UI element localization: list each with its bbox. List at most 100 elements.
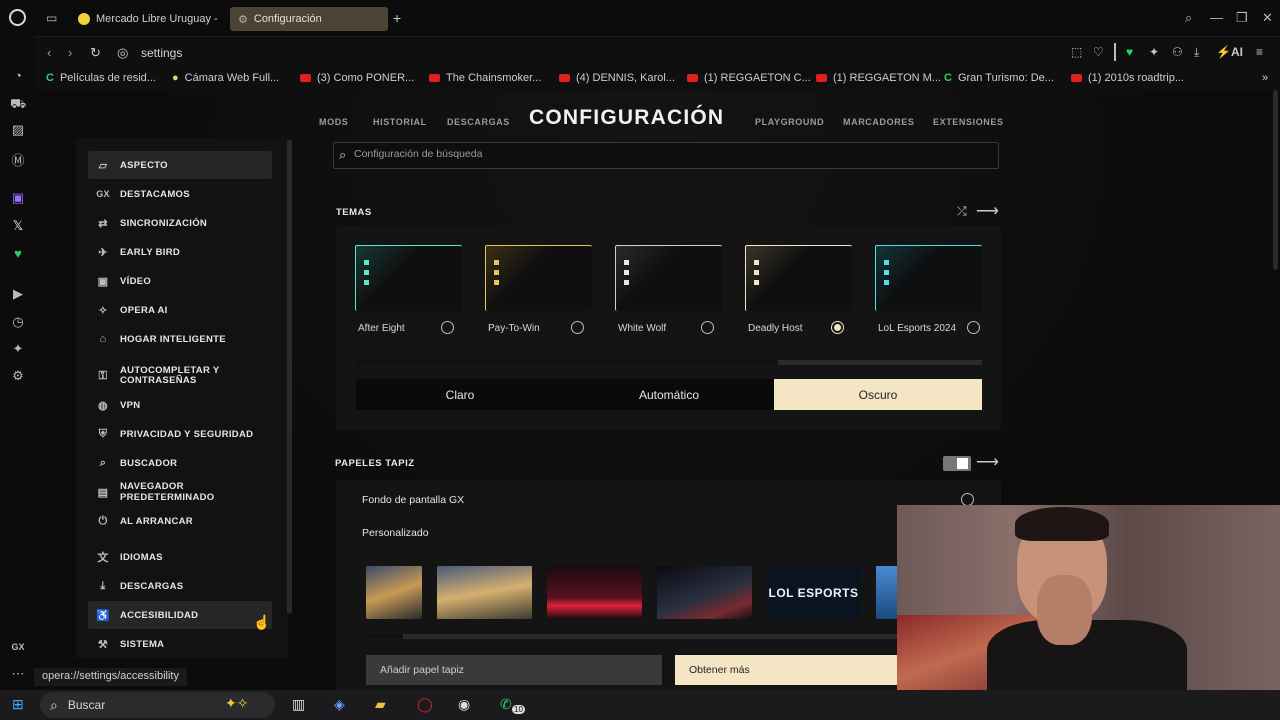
opera-gx-logo-icon[interactable] xyxy=(9,9,26,26)
ai-assistant-icon[interactable]: ♥ xyxy=(10,246,26,261)
topnav-descargas[interactable]: DESCARGAS xyxy=(447,117,510,127)
tab-overview-icon[interactable]: ▭ xyxy=(46,11,57,25)
whatsapp-icon[interactable]: ✆ xyxy=(500,696,512,713)
copilot-icon[interactable]: ◈ xyxy=(334,696,345,713)
sidebar-item-aspecto[interactable]: ▱ ASPECTO xyxy=(88,151,272,179)
minimize-button[interactable]: — xyxy=(1210,10,1223,25)
wallpaper-thumb-forest[interactable] xyxy=(437,566,532,619)
bookmark[interactable]: (4) DENNIS, Karol... xyxy=(559,72,675,84)
snapshot-icon[interactable]: ⬚ xyxy=(1071,45,1082,59)
arrow-right-icon[interactable]: ⟶ xyxy=(976,452,999,472)
chevron-right-icon[interactable]: » xyxy=(1262,72,1268,84)
mode-oscuro-button[interactable]: Oscuro xyxy=(774,379,982,410)
bookmark[interactable]: (1) REGGAETON M... xyxy=(816,72,941,84)
tab-mercado-libre[interactable]: Mercado Libre Uruguay - E xyxy=(70,7,220,31)
bookmark[interactable]: C Gran Turismo: De... xyxy=(944,72,1054,84)
task-view-icon[interactable]: ▥ xyxy=(292,696,305,713)
sidebar-item-opera-ai[interactable]: ✧ OPERA AI xyxy=(88,296,272,324)
bookmark[interactable]: ● Cámara Web Full... xyxy=(172,72,279,84)
gx-corner-icon[interactable]: ▨ xyxy=(10,122,26,138)
wallpaper-thumb-sunset[interactable] xyxy=(366,566,422,619)
windows-start-icon[interactable]: ⊞ xyxy=(12,696,24,713)
arrow-right-icon[interactable]: ⟶ xyxy=(976,201,999,221)
obs-icon[interactable]: ◉ xyxy=(458,696,470,713)
tab-configuracion[interactable]: ⚙ Configuración xyxy=(230,7,388,31)
sidebar-item-vpn[interactable]: ◍ VPN xyxy=(88,391,272,419)
new-tab-button[interactable]: + xyxy=(393,10,401,26)
gx-control-icon[interactable]: ⛟ xyxy=(10,96,26,114)
theme-radio[interactable] xyxy=(967,321,980,334)
more-icon[interactable]: ⋯ xyxy=(10,666,26,682)
sidebar-item-hogar-inteligente[interactable]: ⌂ HOGAR INTELIGENTE xyxy=(88,325,272,353)
topnav-playground[interactable]: PLAYGROUND xyxy=(755,117,824,127)
site-info-icon[interactable]: ◎ xyxy=(117,45,128,61)
topnav-extensiones[interactable]: EXTENSIONES xyxy=(933,117,1004,127)
wallpaper-thumb-red-wave[interactable] xyxy=(547,566,642,619)
bookmark[interactable]: (1) REGGAETON C... xyxy=(687,72,811,84)
extensions-icon[interactable]: ✦ xyxy=(10,341,26,357)
wallpaper-toggle[interactable] xyxy=(943,456,971,471)
sidebar-item-autocompletar[interactable]: ⚿ AUTOCOMPLETAR Y CONTRASEÑAS xyxy=(88,360,272,392)
bookmark[interactable]: C Películas de resid... xyxy=(46,72,156,84)
ai-button[interactable]: ⚡AI xyxy=(1216,45,1243,59)
mode-automatico-button[interactable]: Automático xyxy=(565,379,773,410)
page-scrollbar[interactable] xyxy=(1273,90,1278,270)
profile-icon[interactable]: ⚇ xyxy=(1172,45,1183,59)
opera-gx-taskbar-icon[interactable]: ◯ xyxy=(417,696,433,713)
sidebar-item-accesibilidad[interactable]: ♿ ACCESIBILIDAD xyxy=(88,601,272,629)
theme-radio[interactable] xyxy=(701,321,714,334)
bookmark[interactable]: (1) 2010s roadtrip... xyxy=(1071,72,1184,84)
theme-radio[interactable] xyxy=(441,321,454,334)
sidebar-item-early-bird[interactable]: ✈ EARLY BIRD xyxy=(88,238,272,266)
wallpaper-thumb-car[interactable] xyxy=(657,566,752,619)
forward-icon[interactable]: › xyxy=(68,45,72,60)
menu-icon[interactable]: ≡ xyxy=(1256,45,1263,59)
wallpapers-scrollbar[interactable] xyxy=(366,634,926,639)
settings-icon[interactable]: ⚙ xyxy=(10,368,26,384)
add-wallpaper-button[interactable]: Añadir papel tapiz xyxy=(366,655,662,685)
sidebar-item-destacamos[interactable]: GX DESTACAMOS xyxy=(88,180,272,208)
sidebar-item-sistema[interactable]: ⚒ SISTEMA xyxy=(88,630,272,658)
theme-radio[interactable] xyxy=(571,321,584,334)
maximize-button[interactable]: ❐ xyxy=(1236,10,1248,26)
twitch-icon[interactable]: ▣ xyxy=(10,190,26,206)
history-icon[interactable]: ◷ xyxy=(10,314,26,330)
file-explorer-icon[interactable]: ▰ xyxy=(375,696,386,713)
sidebar-item-privacidad[interactable]: ⛨ PRIVACIDAD Y SEGURIDAD xyxy=(88,420,272,448)
speed-dial-icon[interactable]: ◔ xyxy=(10,68,26,83)
sidebar-scrollbar[interactable] xyxy=(287,140,292,614)
close-button[interactable]: ✕ xyxy=(1262,10,1273,26)
reload-icon[interactable]: ↻ xyxy=(90,45,101,61)
heart-icon[interactable]: ♡ xyxy=(1093,45,1104,59)
topnav-historial[interactable]: HISTORIAL xyxy=(373,117,427,127)
bookmark[interactable]: (3) Como PONER... xyxy=(300,72,414,84)
extensions-toolbar-icon[interactable]: ✦ xyxy=(1149,45,1159,59)
topnav-marcadores[interactable]: MARCADORES xyxy=(843,117,915,127)
wallpaper-thumb-ocean[interactable] xyxy=(876,566,898,619)
sidebar-item-video[interactable]: ▣ VÍDEO xyxy=(88,267,272,295)
taskbar-search[interactable]: ⌕ Buscar ✦✧ xyxy=(40,692,275,718)
download-icon[interactable]: ⤓ xyxy=(1194,45,1199,60)
shuffle-icon[interactable]: ⤮ xyxy=(957,204,967,219)
player-icon[interactable]: ▶ xyxy=(10,286,26,302)
search-tabs-icon[interactable]: ⌕ xyxy=(1185,10,1192,26)
themes-scrollbar[interactable] xyxy=(356,360,982,365)
aria-icon[interactable]: ♥ xyxy=(1126,45,1133,59)
sidebar-item-sincronizacion[interactable]: ⇄ SINCRONIZACIÓN xyxy=(88,209,272,237)
sidebar-item-descargas[interactable]: ⤓ DESCARGAS xyxy=(88,572,272,600)
sidebar-item-buscador[interactable]: ⌕ BUSCADOR xyxy=(88,449,272,477)
wallpaper-thumb-lol-esports[interactable]: LOL ESPORTS xyxy=(766,566,861,619)
back-icon[interactable]: ‹ xyxy=(47,45,51,60)
bookmark[interactable]: The Chainsmoker... xyxy=(429,72,541,84)
sidebar-item-navegador-predeterminado[interactable]: ▤ NAVEGADOR PREDETERMINADO xyxy=(88,478,272,506)
search-input[interactable] xyxy=(354,148,974,160)
sidebar-item-idiomas[interactable]: 文 IDIOMAS xyxy=(88,543,272,571)
address-text[interactable]: settings xyxy=(141,46,182,60)
topnav-mods[interactable]: MODS xyxy=(319,117,348,127)
get-more-button[interactable]: Obtener más xyxy=(675,655,915,685)
sidebar-item-al-arrancar[interactable]: ⏻ AL ARRANCAR xyxy=(88,507,272,535)
mode-claro-button[interactable]: Claro xyxy=(356,379,564,410)
x-twitter-icon[interactable]: 𝕏 xyxy=(10,218,26,234)
theme-radio-selected[interactable] xyxy=(831,321,844,334)
news-icon[interactable]: Ⓜ xyxy=(10,150,26,169)
